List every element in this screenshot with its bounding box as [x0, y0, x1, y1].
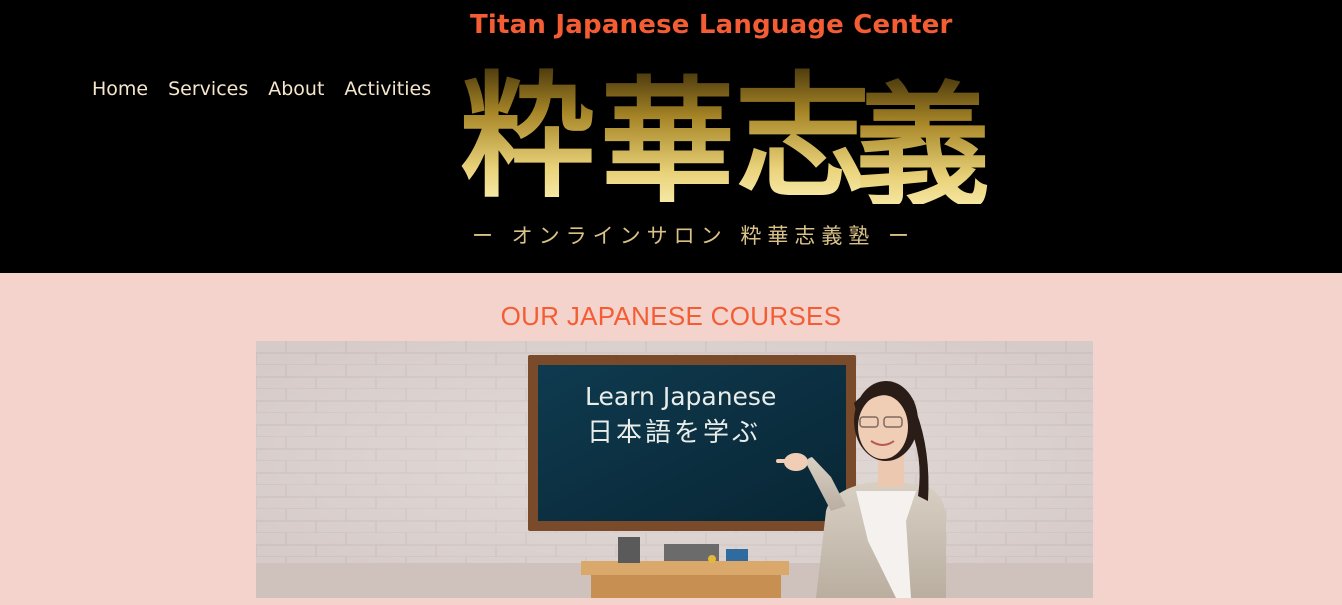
nav-about[interactable]: About [268, 78, 324, 100]
logo-kanji-4: 義 [855, 67, 990, 204]
courses-section: OUR JAPANESE COURSES Learn Japanese 日本語を… [0, 273, 1342, 605]
logo-kanji-graphic: 粋 華 志 義 [460, 57, 990, 204]
nav-services[interactable]: Services [168, 78, 248, 100]
site-header: Titan Japanese Language Center Home Serv… [0, 0, 1342, 273]
logo-subtitle: ー オンラインサロン 粋華志義塾 ー [472, 224, 916, 248]
blackboard-line-1: Learn Japanese [585, 382, 776, 411]
logo-kanji-1: 粋 [460, 57, 595, 204]
classroom-illustration: Learn Japanese 日本語を学ぶ [256, 341, 1093, 598]
nav-home[interactable]: Home [92, 78, 148, 100]
calligraphy-logo: 粋 華 志 義 ー オンラインサロン 粋華志義塾 ー [460, 44, 990, 264]
nav-activities[interactable]: Activities [344, 78, 431, 100]
courses-hero-image: Learn Japanese 日本語を学ぶ [256, 341, 1093, 598]
site-title[interactable]: Titan Japanese Language Center [470, 10, 953, 40]
blackboard-line-2: 日本語を学ぶ [587, 418, 761, 448]
blackboard: Learn Japanese 日本語を学ぶ [528, 355, 856, 531]
logo-kanji-2: 華 [600, 62, 735, 204]
logo-kanji-3: 志 [735, 57, 870, 204]
courses-title: OUR JAPANESE COURSES [500, 301, 842, 331]
main-nav: Home Services About Activities [92, 78, 431, 100]
